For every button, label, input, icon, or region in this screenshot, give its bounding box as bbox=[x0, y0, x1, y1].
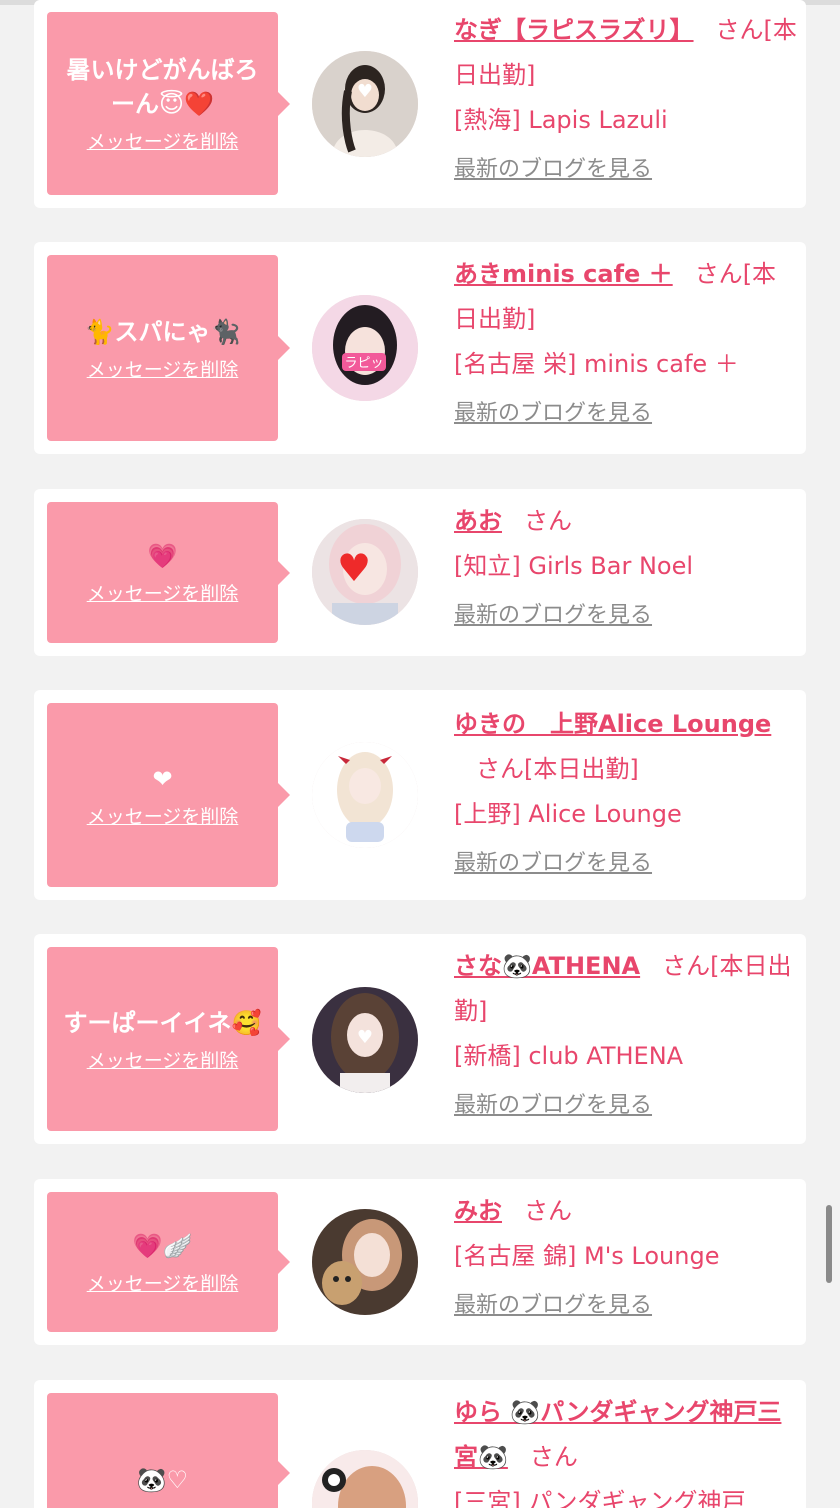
message-text: すーぱーイイネ🥰 bbox=[63, 1008, 262, 1037]
girl-info: あお さん [知立] Girls Bar Noel 最新のブログを見る bbox=[454, 499, 799, 629]
shop-name: [知立] Girls Bar Noel bbox=[454, 552, 694, 580]
honorific: さん bbox=[476, 755, 524, 783]
delete-message-link[interactable]: メッセージを削除 bbox=[87, 802, 239, 829]
shop-name: [熱海] Lapis Lazuli bbox=[454, 106, 668, 134]
message-card: 🐈スパにゃ🐈‍⬛ メッセージを削除 ラピッ あきminis cafe ＋さん[本… bbox=[34, 242, 806, 454]
status-text: [本日出勤] bbox=[524, 755, 639, 783]
girl-info: さな🐼ATHENA さん[本日出勤] [新橋] club ATHENA 最新のブロ… bbox=[454, 944, 799, 1119]
latest-blog-link[interactable]: 最新のブログを見る bbox=[454, 1087, 652, 1119]
honorific: さん bbox=[694, 260, 743, 288]
message-text: 🐈スパにゃ🐈‍⬛ bbox=[84, 317, 241, 346]
latest-blog-link[interactable]: 最新のブログを見る bbox=[454, 151, 652, 183]
message-card: 🐼♡ ゆら 🐼パンダギャング神戸三宮🐼 さん [三宮] パンダギャング神戸 bbox=[34, 1380, 806, 1508]
girl-name-link[interactable]: あお bbox=[454, 507, 502, 535]
message-text: 💗 bbox=[147, 542, 178, 570]
message-text: 🐼♡ bbox=[136, 1466, 189, 1494]
message-text: ❤ bbox=[152, 764, 173, 793]
girl-info: ゆきの 上野Alice Lounge さん[本日出勤] [上野] Alice Lo… bbox=[454, 702, 799, 877]
svg-text:♥: ♥ bbox=[357, 1027, 373, 1048]
honorific: さん bbox=[662, 952, 711, 980]
avatar[interactable]: ラピッ bbox=[312, 295, 418, 401]
message-bubble: 暑いけどがんばろーん😇❤️ メッセージを削除 bbox=[47, 12, 290, 195]
latest-blog-link[interactable]: 最新のブログを見る bbox=[454, 1287, 652, 1319]
girl-info: みお さん [名古屋 錦] M's Lounge 最新のブログを見る bbox=[454, 1189, 799, 1319]
delete-message-link[interactable]: メッセージを削除 bbox=[87, 1046, 239, 1073]
girl-name-link[interactable]: あきminis cafe ＋ bbox=[454, 260, 673, 288]
shop-name: [新橋] club ATHENA bbox=[454, 1042, 684, 1070]
honorific: さん bbox=[524, 507, 572, 535]
svg-text:♥: ♥ bbox=[357, 81, 373, 102]
message-bubble: 💗 メッセージを削除 bbox=[47, 502, 290, 643]
message-card: 💗🪽 メッセージを削除 みお さん [名古屋 錦] M's Lounge 最新のブ… bbox=[34, 1179, 806, 1345]
girl-name-link[interactable]: なぎ【ラピスラズリ】 bbox=[454, 16, 694, 44]
message-bubble: すーぱーイイネ🥰 メッセージを削除 bbox=[47, 947, 290, 1131]
avatar[interactable] bbox=[312, 742, 418, 848]
message-card: 暑いけどがんばろーん😇❤️ メッセージを削除 ♥ なぎ【ラピスラズリ】 さん[本日… bbox=[34, 0, 806, 208]
message-text: 暑いけどがんばろーん😇❤️ bbox=[66, 56, 259, 118]
message-bubble: 🐈スパにゃ🐈‍⬛ メッセージを削除 bbox=[47, 255, 290, 441]
latest-blog-link[interactable]: 最新のブログを見る bbox=[454, 395, 652, 427]
scrollbar-thumb[interactable] bbox=[826, 1205, 832, 1283]
latest-blog-link[interactable]: 最新のブログを見る bbox=[454, 597, 652, 629]
message-card: 💗 メッセージを削除 ♥ あお さん [知立] Girls Bar Noel 最新… bbox=[34, 489, 806, 656]
shop-name: [名古屋 錦] M's Lounge bbox=[454, 1242, 720, 1270]
delete-message-link[interactable]: メッセージを削除 bbox=[87, 579, 239, 606]
shop-name: [上野] Alice Lounge bbox=[454, 800, 682, 828]
girl-name-link[interactable]: さな🐼ATHENA bbox=[454, 952, 640, 980]
latest-blog-link[interactable]: 最新のブログを見る bbox=[454, 845, 652, 877]
honorific: さん bbox=[529, 1443, 578, 1471]
girl-info: なぎ【ラピスラズリ】 さん[本日出勤] [熱海] Lapis Lazuli 最新の… bbox=[454, 8, 799, 183]
delete-message-link[interactable]: メッセージを削除 bbox=[87, 355, 239, 382]
honorific: さん bbox=[715, 16, 764, 44]
avatar[interactable]: ♥ bbox=[312, 51, 418, 157]
avatar[interactable] bbox=[312, 1209, 418, 1315]
girl-name-link[interactable]: ゆきの 上野Alice Lounge bbox=[454, 710, 771, 738]
girl-info: あきminis cafe ＋さん[本日出勤] [名古屋 栄] minis caf… bbox=[454, 252, 799, 427]
message-bubble: 🐼♡ bbox=[47, 1393, 290, 1508]
avatar[interactable]: ♥ bbox=[312, 519, 418, 625]
message-text: 💗🪽 bbox=[132, 1231, 193, 1260]
honorific: さん bbox=[524, 1197, 572, 1225]
svg-text:ラピッ: ラピッ bbox=[344, 356, 383, 371]
message-card: すーぱーイイネ🥰 メッセージを削除 ♥ さな🐼ATHENA さん[本日出勤] [新… bbox=[34, 934, 806, 1144]
delete-message-link[interactable]: メッセージを削除 bbox=[87, 1269, 239, 1296]
girl-info: ゆら 🐼パンダギャング神戸三宮🐼 さん [三宮] パンダギャング神戸 bbox=[454, 1390, 799, 1508]
message-bubble: 💗🪽 メッセージを削除 bbox=[47, 1192, 290, 1332]
message-bubble: ❤ メッセージを削除 bbox=[47, 703, 290, 887]
message-card: ❤ メッセージを削除 ゆきの 上野Alice Lounge さん[本日出勤] [上… bbox=[34, 690, 806, 900]
girl-name-link[interactable]: みお bbox=[454, 1197, 502, 1225]
girl-name-link[interactable]: ゆら 🐼パンダギャング神戸三宮🐼 bbox=[454, 1398, 781, 1471]
avatar[interactable] bbox=[312, 1450, 418, 1508]
avatar[interactable]: ♥ bbox=[312, 987, 418, 1093]
svg-text:♥: ♥ bbox=[337, 546, 371, 590]
shop-name: [三宮] パンダギャング神戸 bbox=[454, 1488, 746, 1508]
shop-name: [名古屋 栄] minis cafe ＋ bbox=[454, 350, 739, 378]
delete-message-link[interactable]: メッセージを削除 bbox=[87, 127, 239, 154]
